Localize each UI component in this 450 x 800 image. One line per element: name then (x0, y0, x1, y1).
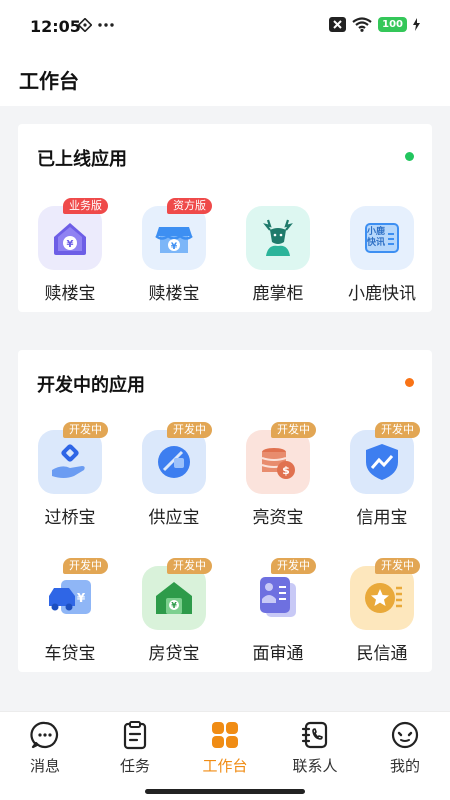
bottom-tab-bar: 消息 任务 工作台 联系人 我的 (0, 711, 450, 800)
dev-badge: 开发中 (375, 558, 420, 574)
app-label: 鹿掌柜 (252, 284, 304, 304)
status-left-icons (78, 18, 114, 32)
app-luzhanggui[interactable]: 鹿掌柜 (226, 206, 330, 304)
tab-workbench[interactable]: 工作台 (180, 720, 270, 776)
tab-label: 消息 (29, 757, 60, 775)
app-label: 小鹿快讯 (348, 284, 416, 304)
app-xinyongbao[interactable]: 开发中 信用宝 (330, 422, 434, 528)
app-liangzibao[interactable]: $ 开发中 亮资宝 (226, 422, 330, 528)
home-indicator[interactable] (145, 789, 305, 794)
app-fangdaibao[interactable]: ¥ 开发中 房贷宝 (122, 558, 226, 664)
online-section-title: 已上线应用 (37, 149, 127, 170)
dev-section-title: 开发中的应用 (37, 375, 145, 396)
notification-x-icon (329, 17, 347, 32)
news-card-icon: 小鹿快讯 (350, 206, 414, 270)
dev-badge: 开发中 (63, 422, 108, 438)
online-status-dot (405, 152, 414, 161)
hand-coin-icon: 开发中 (38, 422, 108, 494)
app-chedaibao[interactable]: ¥ 开发中 车贷宝 (18, 558, 122, 664)
app-xiaolu-news[interactable]: 小鹿快讯 小鹿快讯 (330, 206, 434, 304)
app-header: 工作台 (0, 52, 450, 106)
app-mianshentong[interactable]: 开发中 面审通 (226, 558, 330, 664)
tab-label: 工作台 (202, 757, 248, 775)
online-apps-card: 已上线应用 ¥ 业务版 赎楼宝 ¥ 资方版 赎楼宝 鹿掌柜 小鹿快讯 小鹿快讯 (18, 124, 432, 312)
status-right-icons: 100 (329, 17, 420, 32)
status-time: 12:05 (30, 17, 81, 36)
badge-business-edition: 业务版 (63, 198, 108, 214)
news-card-text: 小鹿快讯 (366, 227, 385, 248)
app-label: 车贷宝 (44, 644, 96, 664)
app-shuloubao-investor[interactable]: ¥ 资方版 赎楼宝 (122, 198, 226, 304)
charging-icon (413, 18, 420, 31)
app-label: 房贷宝 (148, 644, 200, 664)
svg-text:¥: ¥ (171, 601, 177, 610)
coin-stack-icon: $ 开发中 (246, 422, 316, 494)
tab-messages[interactable]: 消息 (0, 720, 90, 776)
tab-contacts[interactable]: 联系人 (270, 720, 360, 776)
badge-investor-edition: 资方版 (167, 198, 212, 214)
supply-circle-icon: 开发中 (142, 422, 212, 494)
house-yen-icon: ¥ 业务版 (38, 198, 108, 270)
more-dots-icon (98, 23, 114, 27)
svg-text:¥: ¥ (171, 242, 178, 252)
dev-badge: 开发中 (271, 558, 316, 574)
house-loan-icon: ¥ 开发中 (142, 558, 212, 630)
clipboard-icon (90, 720, 180, 750)
car-loan-icon: ¥ 开发中 (38, 558, 108, 630)
interview-cards-icon: 开发中 (246, 558, 316, 630)
app-gongyingbao[interactable]: 开发中 供应宝 (122, 422, 226, 528)
credit-shield-icon: 开发中 (350, 422, 420, 494)
page-title: 工作台 (19, 69, 79, 93)
contacts-icon (270, 720, 360, 750)
store-yen-icon: ¥ 资方版 (142, 198, 212, 270)
tab-label: 联系人 (292, 757, 338, 775)
dev-badge: 开发中 (63, 558, 108, 574)
tab-label: 我的 (389, 757, 420, 775)
app-guoqiaobao[interactable]: 开发中 过桥宝 (18, 422, 122, 528)
battery-icon: 100 (378, 17, 407, 32)
app-label: 赎楼宝 (148, 284, 200, 304)
deer-icon (246, 206, 310, 270)
app-label: 过桥宝 (44, 508, 96, 528)
star-coin-icon: 开发中 (350, 558, 420, 630)
profile-icon (360, 720, 450, 750)
app-label: 民信通 (356, 644, 408, 664)
dev-status-dot (405, 378, 414, 387)
wifi-icon (352, 17, 372, 32)
tab-label: 任务 (119, 757, 150, 775)
grid-icon (180, 720, 270, 750)
app-label: 亮资宝 (252, 508, 304, 528)
message-icon (0, 720, 90, 750)
app-label: 赎楼宝 (44, 284, 96, 304)
dev-apps-card: 开发中的应用 开发中 过桥宝 开发中 供应宝 $ 开发中 亮资宝 开发中 信用宝… (18, 350, 432, 672)
dev-badge: 开发中 (167, 422, 212, 438)
dev-badge: 开发中 (167, 558, 212, 574)
status-bar: 12:05 100 (0, 0, 450, 52)
app-label: 供应宝 (148, 508, 200, 528)
svg-text:$: $ (282, 464, 290, 477)
svg-text:¥: ¥ (67, 239, 74, 250)
tab-tasks[interactable]: 任务 (90, 720, 180, 776)
app-label: 面审通 (252, 644, 304, 664)
svg-text:¥: ¥ (77, 591, 86, 605)
dev-badge: 开发中 (271, 422, 316, 438)
location-diamond-icon (78, 18, 92, 32)
app-shuloubao-business[interactable]: ¥ 业务版 赎楼宝 (18, 198, 122, 304)
dev-badge: 开发中 (375, 422, 420, 438)
app-label: 信用宝 (356, 508, 408, 528)
app-minxintong[interactable]: 开发中 民信通 (330, 558, 434, 664)
tab-profile[interactable]: 我的 (360, 720, 450, 776)
